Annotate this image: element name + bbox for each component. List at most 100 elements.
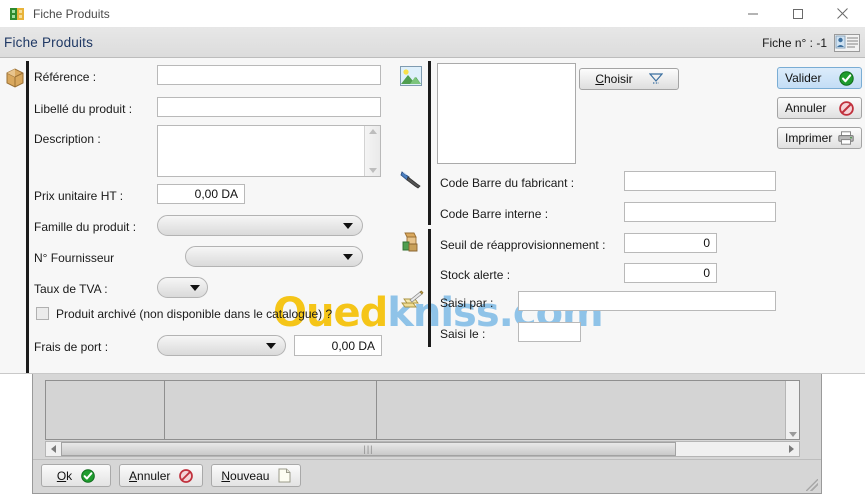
imprimer-label: Imprimer (785, 131, 833, 145)
background-window-footer: Ok Annuler Nouveau (33, 459, 821, 493)
scroll-up-icon[interactable] (368, 129, 377, 134)
choose-image-button[interactable]: Choisir (579, 68, 679, 90)
code-fabricant-label: Code Barre du fabricant : (440, 176, 575, 190)
ok-button[interactable]: Ok (41, 464, 111, 487)
background-window: ||| Ok Annuler Nouveau (32, 374, 822, 494)
prix-input[interactable]: 0,00 DA (157, 184, 245, 204)
stock-section-divider (428, 229, 431, 289)
product-image-preview[interactable] (437, 63, 576, 164)
page-title: Fiche Produits (4, 35, 94, 50)
minimize-icon (747, 13, 758, 14)
notepad-pen-icon (400, 290, 424, 312)
archive-checkbox[interactable] (36, 307, 49, 320)
window-controls (730, 0, 865, 28)
ok-button-label: Ok (56, 468, 73, 483)
annuler-label: Annuler (785, 101, 827, 115)
code-fabricant-input[interactable] (624, 171, 776, 191)
saisi-par-label: Saisi par : (440, 296, 494, 310)
window-title: Fiche Produits (33, 6, 110, 21)
cancel-button-label: Annuler (129, 468, 171, 483)
stock-alerte-label: Stock alerte : (440, 268, 511, 282)
description-textarea[interactable] (157, 125, 381, 177)
record-number-label: Fiche n° : -1 (762, 35, 827, 50)
frais-port-amount-input[interactable]: 0,00 DA (294, 335, 382, 356)
tva-combobox[interactable] (157, 277, 208, 298)
check-circle-icon (839, 70, 854, 86)
chevron-down-icon (190, 284, 200, 291)
frais-port-label: Frais de port : (34, 340, 109, 354)
no-entry-icon (179, 468, 194, 483)
prix-label: Prix unitaire HT : (34, 189, 124, 203)
dialog-title-bar: Fiche Produits (0, 0, 865, 28)
grid-horizontal-scrollbar[interactable]: ||| (45, 441, 800, 457)
saisi-par-input[interactable] (518, 291, 776, 311)
hscroll-thumb[interactable]: ||| (61, 442, 676, 456)
chevron-down-icon (343, 253, 353, 260)
scroll-down-icon[interactable] (788, 432, 797, 437)
printer-icon (838, 131, 854, 145)
saisie-section-divider (428, 287, 431, 347)
cancel-button[interactable]: Annuler (119, 464, 204, 487)
description-scrollbar[interactable] (364, 126, 380, 176)
code-interne-input[interactable] (624, 202, 776, 222)
boxes-icon (400, 231, 422, 253)
valider-button[interactable]: Valider (777, 67, 862, 89)
valider-label: Valider (785, 71, 822, 85)
seuil-input[interactable]: 0 (624, 233, 717, 253)
reference-input[interactable] (157, 65, 381, 85)
scroll-right-icon[interactable] (784, 442, 799, 456)
reference-label: Référence : (34, 70, 97, 84)
libelle-label: Libellé du produit : (34, 102, 133, 116)
stock-alerte-input[interactable]: 0 (624, 263, 717, 283)
scroll-left-icon[interactable] (46, 442, 61, 456)
fournisseur-combobox[interactable] (185, 246, 363, 267)
imprimer-button[interactable]: Imprimer (777, 127, 862, 149)
minimize-button[interactable] (730, 0, 775, 28)
tva-label: Taux de TVA : (34, 282, 108, 296)
picture-icon (400, 66, 422, 88)
code-interne-label: Code Barre interne : (440, 207, 549, 221)
chevron-down-icon (343, 222, 353, 229)
choose-image-label: Choisir (595, 72, 633, 86)
new-button-label: Nouveau (221, 468, 270, 483)
check-circle-icon (81, 468, 95, 483)
dialog-body: Ouedkniss.com Référence : Libellé du pro… (0, 59, 865, 373)
fiche-produits-dialog: Fiche Produits Fiche Produits Fiche n° :… (0, 0, 865, 374)
saisi-le-label: Saisi le : (440, 327, 486, 341)
famille-combobox[interactable] (157, 215, 363, 236)
frais-port-combobox[interactable] (157, 335, 286, 356)
no-entry-icon (839, 100, 854, 116)
chevron-down-icon (266, 342, 276, 349)
background-data-grid[interactable] (45, 380, 800, 440)
annuler-button[interactable]: Annuler (777, 97, 862, 119)
description-label: Description : (34, 132, 101, 146)
saisi-le-input[interactable] (518, 322, 581, 342)
scroll-down-icon[interactable] (368, 168, 377, 173)
fournisseur-label: N° Fournisseur (34, 251, 115, 265)
close-icon (837, 8, 848, 19)
footer-button-bar: Ok Annuler Nouveau (41, 464, 302, 487)
barcode-scanner-icon (400, 169, 422, 191)
seuil-label: Seuil de réapprovisionnement : (440, 238, 606, 252)
maximize-icon (792, 8, 803, 19)
maximize-button[interactable] (775, 0, 820, 28)
barcode-section-divider (428, 165, 431, 225)
famille-label: Famille du produit : (34, 220, 137, 234)
dropdown-triangle-icon (648, 73, 663, 84)
libelle-input[interactable] (157, 97, 381, 117)
grid-vertical-scrollbar[interactable] (785, 381, 799, 439)
new-button[interactable]: Nouveau (211, 464, 302, 487)
package-icon (4, 67, 26, 89)
screen: ||| Ok Annuler Nouveau Fiche Produits Fi… (0, 0, 865, 500)
new-document-icon (278, 468, 291, 483)
app-icon (9, 6, 25, 22)
contact-card-icon[interactable] (834, 33, 860, 53)
archive-label: Produit archivé (non disponible dans le … (56, 307, 333, 321)
close-button[interactable] (820, 0, 865, 28)
dialog-header: Fiche Produits Fiche n° : -1 (0, 28, 865, 58)
left-section-divider (26, 61, 29, 373)
image-section-divider (428, 61, 431, 171)
header-right: Fiche n° : -1 (762, 33, 865, 53)
grid-column-separator (376, 381, 377, 439)
resize-grip-icon[interactable] (806, 479, 818, 491)
